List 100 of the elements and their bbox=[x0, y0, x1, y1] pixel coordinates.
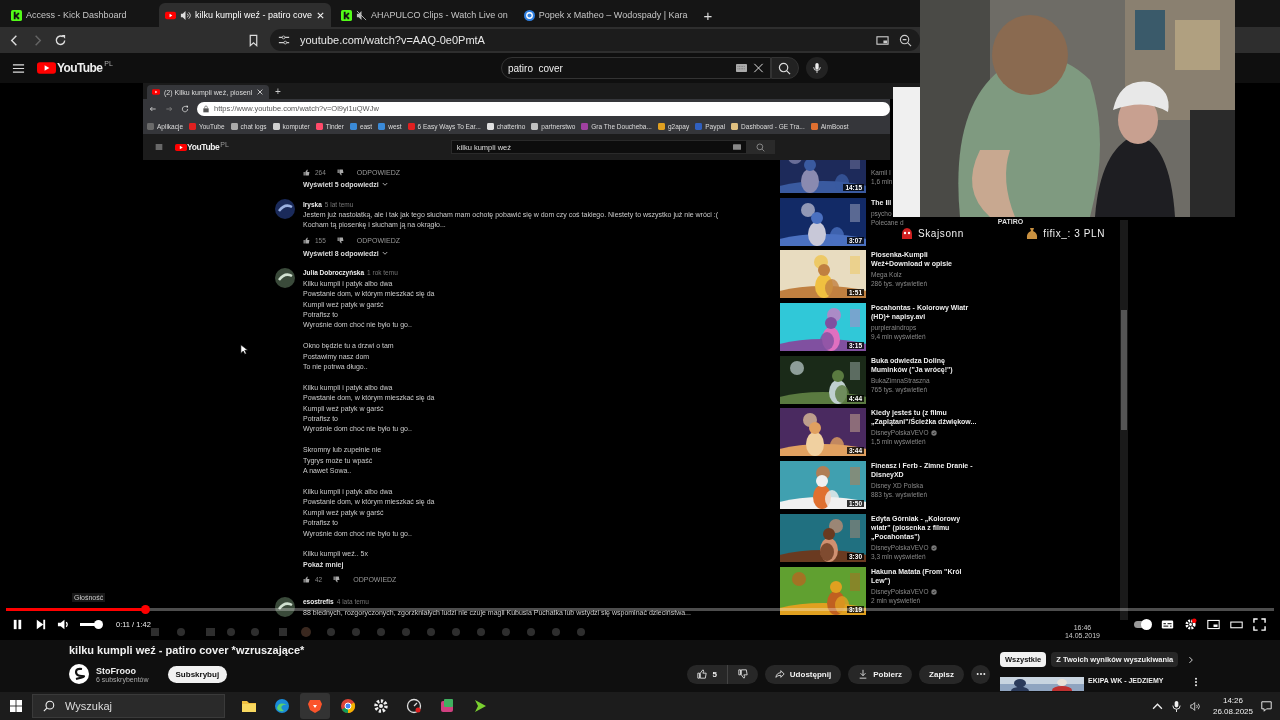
close-icon[interactable] bbox=[256, 88, 265, 96]
address-bar[interactable]: youtube.com/watch?v=AAQ-0e0PmtA bbox=[270, 29, 920, 51]
settings-icon bbox=[373, 698, 389, 714]
clock-date[interactable]: 26.08.2025 bbox=[1212, 706, 1253, 717]
verified-icon bbox=[931, 588, 938, 595]
favicon-icon bbox=[695, 122, 703, 130]
autoplay-toggle[interactable] bbox=[1134, 620, 1151, 628]
logo-icon[interactable] bbox=[37, 61, 56, 75]
more-icon bbox=[975, 672, 986, 676]
folder-icon bbox=[241, 698, 257, 714]
thumbs-down-icon[interactable] bbox=[336, 237, 344, 245]
channel-name[interactable]: StoFrooo bbox=[96, 665, 149, 676]
more-icon[interactable] bbox=[1194, 677, 1198, 687]
avatar[interactable] bbox=[275, 199, 295, 219]
search-text: patiro cover bbox=[507, 62, 563, 74]
pause-icon[interactable] bbox=[11, 617, 24, 631]
notifications-icon[interactable] bbox=[1261, 700, 1272, 712]
thumbs-up-icon[interactable] bbox=[303, 237, 310, 245]
close-icon[interactable] bbox=[316, 10, 326, 20]
tab-title: kilku kumpli weź - patiro cove bbox=[195, 10, 313, 20]
share-button[interactable]: Udostępnij bbox=[764, 664, 842, 684]
progress-thumb[interactable] bbox=[141, 605, 151, 614]
favicon-icon bbox=[272, 122, 280, 130]
clear-icon[interactable] bbox=[752, 63, 764, 73]
keyboard-icon[interactable] bbox=[732, 143, 741, 151]
share-icon bbox=[774, 669, 785, 679]
app-logo-icon bbox=[523, 9, 535, 21]
thumbs-up-icon[interactable] bbox=[303, 168, 310, 176]
play-logo-icon bbox=[152, 88, 160, 96]
site-info-icon[interactable] bbox=[278, 34, 290, 46]
reload-icon[interactable] bbox=[181, 104, 189, 113]
more-button[interactable] bbox=[971, 664, 990, 684]
lion-logo-icon bbox=[307, 698, 323, 714]
logo-icon[interactable] bbox=[175, 142, 187, 152]
browser-tab[interactable]: Popek x Matheo – Wodospady | Kara bbox=[517, 3, 694, 27]
menu-icon[interactable] bbox=[12, 61, 25, 75]
avatar[interactable] bbox=[275, 596, 295, 617]
thumbs-down-icon bbox=[737, 669, 748, 679]
progress-bar[interactable] bbox=[6, 608, 1274, 611]
zoom-icon[interactable] bbox=[899, 33, 912, 47]
logo-text[interactable]: YouTube bbox=[57, 61, 103, 75]
lock-icon bbox=[202, 104, 210, 113]
start-icon[interactable] bbox=[10, 700, 22, 712]
search-placeholder: Wyszukaj bbox=[65, 700, 112, 712]
app-logo-icon bbox=[11, 9, 22, 21]
keyboard-icon[interactable] bbox=[735, 63, 747, 73]
next-icon[interactable] bbox=[34, 617, 47, 631]
mic-icon[interactable] bbox=[1170, 700, 1182, 712]
download-icon bbox=[858, 669, 869, 679]
search-field[interactable]: patiro cover bbox=[500, 57, 771, 79]
dislike-button[interactable] bbox=[727, 664, 758, 684]
miniplayer-icon[interactable] bbox=[1207, 617, 1220, 631]
channel-avatar[interactable] bbox=[69, 664, 89, 684]
favicon-icon bbox=[147, 122, 154, 130]
back-icon[interactable] bbox=[149, 104, 157, 113]
thumbs-down-icon[interactable] bbox=[336, 168, 344, 176]
chat-message: fifix_: 3 PLN bbox=[1043, 227, 1105, 239]
fullscreen-icon[interactable] bbox=[1253, 617, 1266, 631]
save-button[interactable]: Zapisz bbox=[919, 664, 964, 684]
chevron-right-icon[interactable] bbox=[1188, 655, 1194, 664]
favicon-icon bbox=[731, 122, 739, 130]
tab-title: AHAPULCO Clips - Watch Live on bbox=[371, 10, 508, 20]
settings-icon[interactable] bbox=[1184, 617, 1197, 631]
bookmark-icon[interactable] bbox=[247, 33, 260, 47]
thumbs-up-icon[interactable] bbox=[303, 576, 310, 584]
speaker-icon[interactable] bbox=[1189, 700, 1201, 712]
gauge-icon bbox=[406, 698, 422, 714]
thumbs-down-icon[interactable] bbox=[333, 576, 341, 584]
volume-slider[interactable] bbox=[80, 622, 100, 626]
subtitles-icon[interactable] bbox=[1161, 617, 1174, 631]
chevron-up-icon[interactable] bbox=[1151, 700, 1163, 712]
favicon-icon bbox=[581, 122, 589, 130]
play-arrow-icon bbox=[472, 698, 488, 714]
browser-tab[interactable]: AHAPULCO Clips - Watch Live on bbox=[335, 3, 514, 27]
download-button[interactable]: Pobierz bbox=[848, 664, 913, 684]
browser-tab[interactable]: kilku kumpli weź - patiro cove bbox=[159, 3, 332, 27]
favicon-icon bbox=[189, 122, 196, 130]
subscribe-button[interactable]: Subskrybuj bbox=[167, 665, 228, 683]
clock-time[interactable]: 14:26 bbox=[1222, 695, 1243, 706]
search-button[interactable] bbox=[770, 57, 799, 79]
voice-search-button[interactable] bbox=[805, 57, 828, 79]
like-button[interactable]: 5 bbox=[687, 664, 728, 684]
favicon-icon bbox=[657, 122, 665, 130]
chevron-down-icon bbox=[381, 250, 388, 256]
search-field[interactable]: Wyszukaj bbox=[32, 694, 225, 718]
tab-title: Access - Kick Dashboard bbox=[26, 10, 128, 20]
scrollbar[interactable] bbox=[1120, 220, 1128, 620]
logo-text[interactable]: YouTube bbox=[187, 142, 220, 152]
muted-speaker-icon[interactable] bbox=[356, 9, 368, 21]
reload-icon[interactable] bbox=[54, 33, 67, 47]
favicon-icon bbox=[315, 122, 323, 130]
speaker-icon[interactable] bbox=[180, 9, 191, 21]
favicon-icon bbox=[230, 122, 238, 130]
browser-tab[interactable]: Access - Kick Dashboard bbox=[5, 3, 155, 27]
new-tab-button[interactable]: + bbox=[697, 3, 719, 27]
cast-icon[interactable] bbox=[876, 33, 889, 47]
browser-logo-icon bbox=[340, 698, 356, 714]
avatar[interactable] bbox=[275, 267, 295, 288]
play-logo-icon bbox=[165, 9, 176, 21]
new-tab-button[interactable]: + bbox=[275, 85, 281, 99]
